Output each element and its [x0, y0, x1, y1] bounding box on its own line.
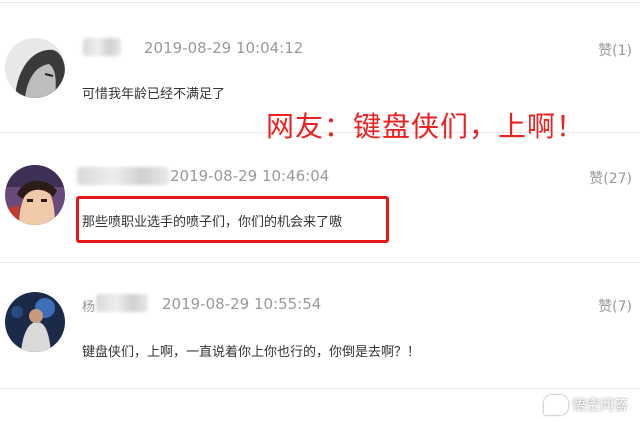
watermark: 悟空问答: [544, 395, 628, 415]
avatar-face-image: [5, 38, 65, 98]
avatar-sports-image: [5, 292, 65, 352]
watermark-text: 悟空问答: [572, 398, 628, 414]
avatar-anime-image: [5, 165, 65, 225]
comment-timestamp: 2019-08-29 10:04:12: [144, 39, 304, 57]
overlay-caption: 网友：键盘侠们，上啊！: [266, 110, 586, 143]
comment-timestamp: 2019-08-29 10:46:04: [170, 167, 330, 185]
username[interactable]: 杨: [82, 296, 95, 315]
blurred-username: [83, 38, 121, 56]
chat-bubble-icon: [544, 395, 568, 415]
avatar[interactable]: [5, 292, 65, 352]
comment-divider: [0, 388, 640, 389]
comment-text: 可惜我年龄已经不满足了: [82, 87, 226, 102]
blurred-username: [77, 167, 169, 185]
comment-timestamp: 2019-08-29 10:55:54: [162, 295, 322, 313]
comment-divider: [0, 262, 640, 263]
highlight-box: [76, 196, 389, 243]
comment-text: 键盘侠们，上啊，一直说着你上你也行的，你倒是去啊？！: [82, 345, 421, 360]
like-button[interactable]: 赞(1): [598, 40, 632, 60]
like-button[interactable]: 赞(27): [589, 168, 632, 188]
avatar[interactable]: [5, 165, 65, 225]
top-divider: [0, 2, 640, 3]
like-button[interactable]: 赞(7): [598, 296, 632, 316]
avatar[interactable]: [5, 38, 65, 98]
blurred-username: [96, 294, 148, 312]
